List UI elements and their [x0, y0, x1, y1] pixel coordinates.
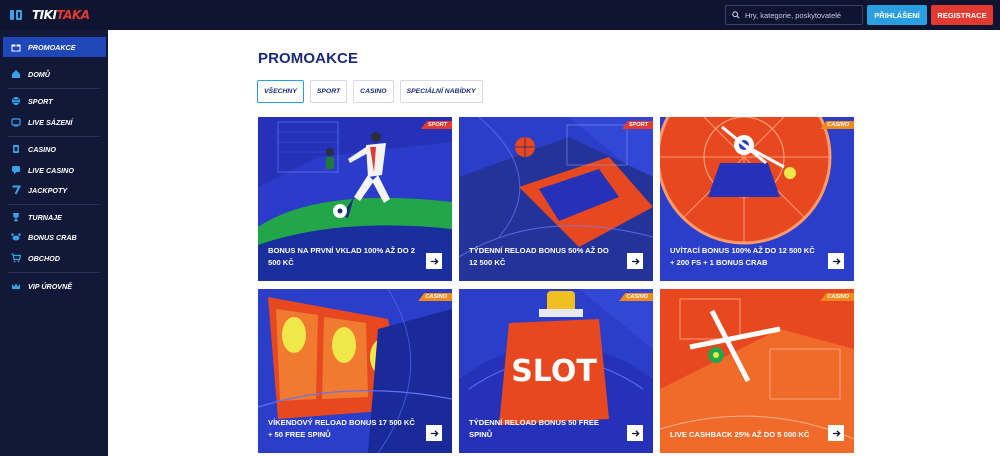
search-icon — [732, 11, 740, 19]
logo-part-2: TAKA — [56, 8, 90, 22]
crab-icon — [11, 232, 21, 242]
sidebar-item-label: BONUS CRAB — [28, 232, 77, 242]
tv-icon — [11, 117, 21, 127]
promo-card-title: VÍKENDOVÝ RELOAD BONUS 17 500 KČ + 50 FR… — [268, 418, 415, 439]
sidebar-item-promoakce[interactable]: PROMOAKCE — [3, 37, 106, 57]
cards-icon — [11, 144, 21, 154]
sidebar-item-label: SPORT — [28, 96, 53, 106]
sidebar-item-live-sazeni[interactable]: LIVE SÁZENÍ — [0, 112, 108, 132]
sidebar-item-label: PROMOAKCE — [28, 42, 76, 52]
chat-icon — [11, 165, 21, 175]
sidebar-item-live-casino[interactable]: LIVE CASINO — [0, 160, 108, 180]
filter-tabs: VŠECHNY SPORT CASINO SPECIÁLNÍ NABÍDKY — [257, 80, 483, 103]
sidebar: PROMOAKCE DOMŮ SPORT LIVE SÁZENÍ CASINO … — [0, 30, 108, 456]
arrow-right-icon[interactable] — [426, 425, 442, 441]
promo-card[interactable]: SPORT BONUS NA PRVNÍ VKLAD 100% AŽ DO 2 … — [258, 117, 452, 281]
sidebar-item-label: CASINO — [28, 144, 56, 154]
top-bar: TIKITAKA PŘIHLÁŠENÍ REGISTRACE — [0, 0, 1000, 30]
arrow-right-icon[interactable] — [828, 425, 844, 441]
sidebar-item-label: DOMŮ — [28, 69, 50, 79]
crown-icon — [11, 281, 21, 291]
promo-card[interactable]: SLOT CASINO TÝDENNÍ RELOAD BONUS 50 FREE… — [459, 289, 653, 453]
cart-icon — [11, 253, 21, 263]
slot-sign-text: SLOT — [511, 354, 597, 389]
divider — [8, 88, 100, 89]
sidebar-item-label: LIVE SÁZENÍ — [28, 117, 73, 127]
search-input[interactable] — [744, 10, 862, 20]
divider — [8, 204, 100, 205]
sidebar-item-label: VIP ÚROVNĚ — [28, 281, 73, 291]
sidebar-item-vip-urovne[interactable]: VIP ÚROVNĚ — [0, 276, 108, 296]
sidebar-item-bonus-crab[interactable]: BONUS CRAB — [0, 227, 108, 247]
logo-part-1: TIKI — [32, 8, 57, 22]
tab-vsechny[interactable]: VŠECHNY — [257, 80, 304, 103]
sidebar-item-obchod[interactable]: OBCHOD — [0, 248, 108, 268]
promo-card[interactable]: SPORT TÝDENNÍ RELOAD BONUS 50% AŽ DO 12 … — [459, 117, 653, 281]
arrow-right-icon[interactable] — [828, 253, 844, 269]
promo-card-title: TÝDENNÍ RELOAD BONUS 50 FREE SPINŮ — [469, 418, 599, 439]
sidebar-item-label: JACKPOTY — [28, 185, 68, 195]
sidebar-item-label: OBCHOD — [28, 253, 60, 263]
arrow-right-icon[interactable] — [627, 253, 643, 269]
promo-card-title: UVÍTACÍ BONUS 100% AŽ DO 12 500 KČ + 200… — [670, 246, 815, 267]
sidebar-item-turnaje[interactable]: TURNAJE — [0, 207, 108, 227]
sidebar-item-jackpoty[interactable]: JACKPOTY — [0, 180, 108, 200]
tab-specialni-nabidky[interactable]: SPECIÁLNÍ NABÍDKY — [399, 80, 483, 103]
arrow-right-icon[interactable] — [627, 425, 643, 441]
page-title: PROMOAKCE — [258, 50, 359, 67]
sidebar-item-label: TURNAJE — [28, 212, 62, 222]
menu-icon[interactable] — [10, 10, 22, 20]
tab-casino[interactable]: CASINO — [353, 80, 394, 103]
promo-card-title: BONUS NA PRVNÍ VKLAD 100% AŽ DO 2 500 KČ — [268, 246, 415, 267]
promo-card[interactable]: CASINO UVÍTACÍ BONUS 100% AŽ DO 12 500 K… — [660, 117, 854, 281]
tab-sport[interactable]: SPORT — [309, 80, 348, 103]
sidebar-item-domu[interactable]: DOMŮ — [0, 64, 108, 84]
divider — [8, 272, 100, 273]
login-button[interactable]: PŘIHLÁŠENÍ — [867, 5, 927, 25]
logo[interactable]: TIKITAKA — [32, 8, 90, 22]
seven-icon — [11, 185, 21, 195]
ball-icon — [11, 96, 21, 106]
register-button[interactable]: REGISTRACE — [931, 5, 993, 25]
promo-card-title: LIVE CASHBACK 25% AŽ DO 5 000 KČ — [670, 430, 810, 439]
sidebar-item-sport[interactable]: SPORT — [0, 91, 108, 111]
promo-card-title: TÝDENNÍ RELOAD BONUS 50% AŽ DO 12 500 KČ — [469, 246, 609, 267]
gift-icon — [11, 42, 21, 52]
promo-card[interactable]: CASINO LIVE CASHBACK 25% AŽ DO 5 000 KČ — [660, 289, 854, 453]
arrow-right-icon[interactable] — [426, 253, 442, 269]
divider — [8, 136, 100, 137]
trophy-icon — [11, 212, 21, 222]
sidebar-item-label: LIVE CASINO — [28, 165, 74, 175]
sidebar-item-casino[interactable]: CASINO — [0, 139, 108, 159]
search-box[interactable] — [725, 5, 863, 25]
home-icon — [11, 69, 21, 79]
promo-card[interactable]: CASINO VÍKENDOVÝ RELOAD BONUS 17 500 KČ … — [258, 289, 452, 453]
logo-area: TIKITAKA — [0, 0, 90, 30]
